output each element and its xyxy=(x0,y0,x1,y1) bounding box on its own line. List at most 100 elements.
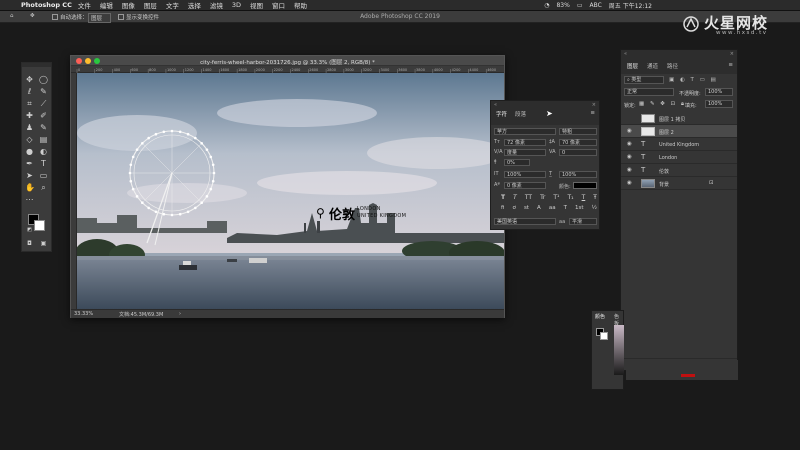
healing-tool-icon[interactable]: ✚ xyxy=(25,111,34,120)
panel-collapse-icon[interactable]: « xyxy=(624,51,627,57)
marquee-tool-icon[interactable]: ◯ xyxy=(39,75,48,84)
panel-close-icon[interactable]: × xyxy=(730,51,734,57)
eye-icon[interactable]: ◉ xyxy=(627,180,634,186)
layer-filter-icons[interactable]: ▣ ◐ T ▭ ▤ xyxy=(669,77,718,83)
kerning-field[interactable]: 度量 xyxy=(504,149,546,156)
stylistic-button[interactable]: st xyxy=(524,205,529,212)
shape-tool-icon[interactable]: ▭ xyxy=(39,171,48,180)
font-family-select[interactable]: 苹方 xyxy=(494,128,556,135)
underline-button[interactable]: T xyxy=(582,194,586,201)
history-brush-tool-icon[interactable]: ✎ xyxy=(39,123,48,132)
screen-mode-icon[interactable]: ▣ xyxy=(39,239,48,248)
text-color-swatch[interactable] xyxy=(573,182,597,189)
menu-file[interactable]: 文件 xyxy=(78,0,91,10)
anti-alias-select[interactable]: 平滑 xyxy=(569,218,597,225)
tab-paragraph[interactable]: 段落 xyxy=(515,110,526,118)
eye-icon[interactable]: ◉ xyxy=(627,167,634,173)
layer-row[interactable]: ◉ 背景 ⊡ xyxy=(621,177,737,190)
menu-select[interactable]: 选择 xyxy=(188,0,201,10)
zoom-tool-icon[interactable]: ⌕ xyxy=(39,183,48,192)
document-canvas[interactable]: ⚲ 伦敦 LONDON UNITED KINGDOM xyxy=(77,73,504,309)
alt-ligatures-button[interactable]: ơ xyxy=(513,205,516,212)
document-size[interactable]: 文档:45.3M/69.3M xyxy=(119,311,163,318)
fractions-button[interactable]: ½ xyxy=(592,205,597,212)
horizontal-ruler[interactable]: 0 200 400 600 800 1000 1200 1400 1600 1800 2000 220… xyxy=(71,66,504,73)
default-colors-icon[interactable]: ◩ xyxy=(25,226,34,235)
color-field[interactable] xyxy=(626,360,738,380)
tab-channels[interactable]: 通道 xyxy=(647,62,658,70)
battery-text[interactable]: 83% xyxy=(556,2,569,9)
quick-mask-icon[interactable]: ◘ xyxy=(25,239,34,248)
document-titlebar[interactable]: city-ferris-wheel-harbor-2031726.jpg @ 3… xyxy=(71,56,504,66)
lasso-tool-icon[interactable]: ℓ xyxy=(25,87,34,96)
menu-window[interactable]: 窗口 xyxy=(272,0,285,10)
ordinals-button[interactable]: 1st xyxy=(575,205,584,212)
faux-italic-button[interactable]: T xyxy=(513,194,517,201)
move-tool-icon[interactable]: ✥ xyxy=(25,75,34,84)
all-caps-button[interactable]: TT xyxy=(525,194,532,201)
menu-3d[interactable]: 3D xyxy=(232,1,241,9)
menu-help[interactable]: 帮助 xyxy=(294,0,307,10)
layer-row[interactable]: ◉ T United Kingdom xyxy=(621,138,737,151)
quick-select-tool-icon[interactable]: ✎ xyxy=(39,87,48,96)
leading-field[interactable]: 70 像素 xyxy=(559,139,597,146)
opacity-field[interactable]: 100% xyxy=(705,88,733,96)
layer-filter-select[interactable]: ⌕ 类型 xyxy=(624,76,664,84)
lock-icons[interactable]: ▦ ✎ ✥ ⊡ 🔒︎ xyxy=(639,101,686,108)
tsume-field[interactable]: 0% xyxy=(504,159,530,166)
menu-edit[interactable]: 编辑 xyxy=(100,0,113,10)
strikethrough-button[interactable]: Ŧ xyxy=(593,194,597,201)
status-menu-arrow-icon[interactable]: › xyxy=(179,311,181,317)
superscript-button[interactable]: T¹ xyxy=(553,194,559,201)
ligatures-button[interactable]: fi xyxy=(501,205,504,212)
panel-menu-icon[interactable]: ≡ xyxy=(590,110,595,116)
brush-tool-icon[interactable]: ✐ xyxy=(39,111,48,120)
faux-bold-button[interactable]: T xyxy=(501,194,505,201)
type-tool-icon[interactable]: T xyxy=(39,159,48,168)
tab-layers[interactable]: 图层 xyxy=(627,62,638,70)
tab-character[interactable]: 字符 xyxy=(496,110,507,118)
layer-row[interactable]: ◉ T London xyxy=(621,151,737,164)
menu-view[interactable]: 视图 xyxy=(250,0,263,10)
pen-tool-icon[interactable]: ✒ xyxy=(25,159,34,168)
tab-color[interactable]: 颜色 xyxy=(595,313,605,320)
language-select[interactable]: 美国英语 xyxy=(494,218,556,225)
eye-icon[interactable]: ◉ xyxy=(627,128,634,134)
color-ramp[interactable] xyxy=(614,325,624,375)
background-color-swatch[interactable] xyxy=(600,332,608,340)
baseline-field[interactable]: 0 像素 xyxy=(504,182,546,189)
menu-image[interactable]: 图像 xyxy=(122,0,135,10)
path-select-tool-icon[interactable]: ➤ xyxy=(25,171,34,180)
font-style-select[interactable]: 特粗 xyxy=(559,128,597,135)
input-source[interactable]: ABC xyxy=(589,2,601,9)
layer-row-selected[interactable]: ◉ 图层 2 xyxy=(621,125,737,138)
titling-button[interactable]: T xyxy=(564,205,567,212)
panel-menu-icon[interactable]: ≡ xyxy=(728,62,733,68)
clock[interactable]: 周五 下午12:12 xyxy=(609,1,652,10)
layer-row[interactable]: ◉ T 伦敦 xyxy=(621,164,737,177)
app-menu[interactable]: Photoshop CC xyxy=(21,1,72,9)
eye-icon[interactable]: ◉ xyxy=(627,154,634,160)
eraser-tool-icon[interactable]: ◇ xyxy=(25,135,34,144)
menu-type[interactable]: 文字 xyxy=(166,0,179,10)
subscript-button[interactable]: T₁ xyxy=(567,194,573,201)
tools-panel-grip[interactable] xyxy=(22,63,51,67)
panel-collapse-icon[interactable]: « xyxy=(494,102,497,108)
swash-button[interactable]: A xyxy=(537,205,541,212)
blend-mode-select[interactable]: 正常 xyxy=(624,88,674,96)
vertical-scale-field[interactable]: 100% xyxy=(504,171,546,178)
zoom-level[interactable]: 33.33% xyxy=(74,311,93,317)
menu-layer[interactable]: 图层 xyxy=(144,0,157,10)
hand-tool-icon[interactable]: ✋ xyxy=(25,183,35,192)
stamp-tool-icon[interactable]: ♟ xyxy=(25,123,34,132)
wifi-icon[interactable]: ◔ xyxy=(544,2,549,9)
eyedropper-tool-icon[interactable]: ⟋ xyxy=(39,99,48,108)
dodge-tool-icon[interactable]: ◐ xyxy=(39,147,48,156)
font-size-field[interactable]: 72 像素 xyxy=(504,139,546,146)
layer-row[interactable]: 图层 1 拷贝 xyxy=(621,112,737,125)
horizontal-scale-field[interactable]: 100% xyxy=(559,171,597,178)
gradient-tool-icon[interactable]: ▤ xyxy=(39,135,48,144)
blur-tool-icon[interactable]: ● xyxy=(25,147,34,156)
tracking-field[interactable]: 0 xyxy=(559,149,597,156)
more-tools-icon[interactable]: ⋯ xyxy=(25,195,34,204)
